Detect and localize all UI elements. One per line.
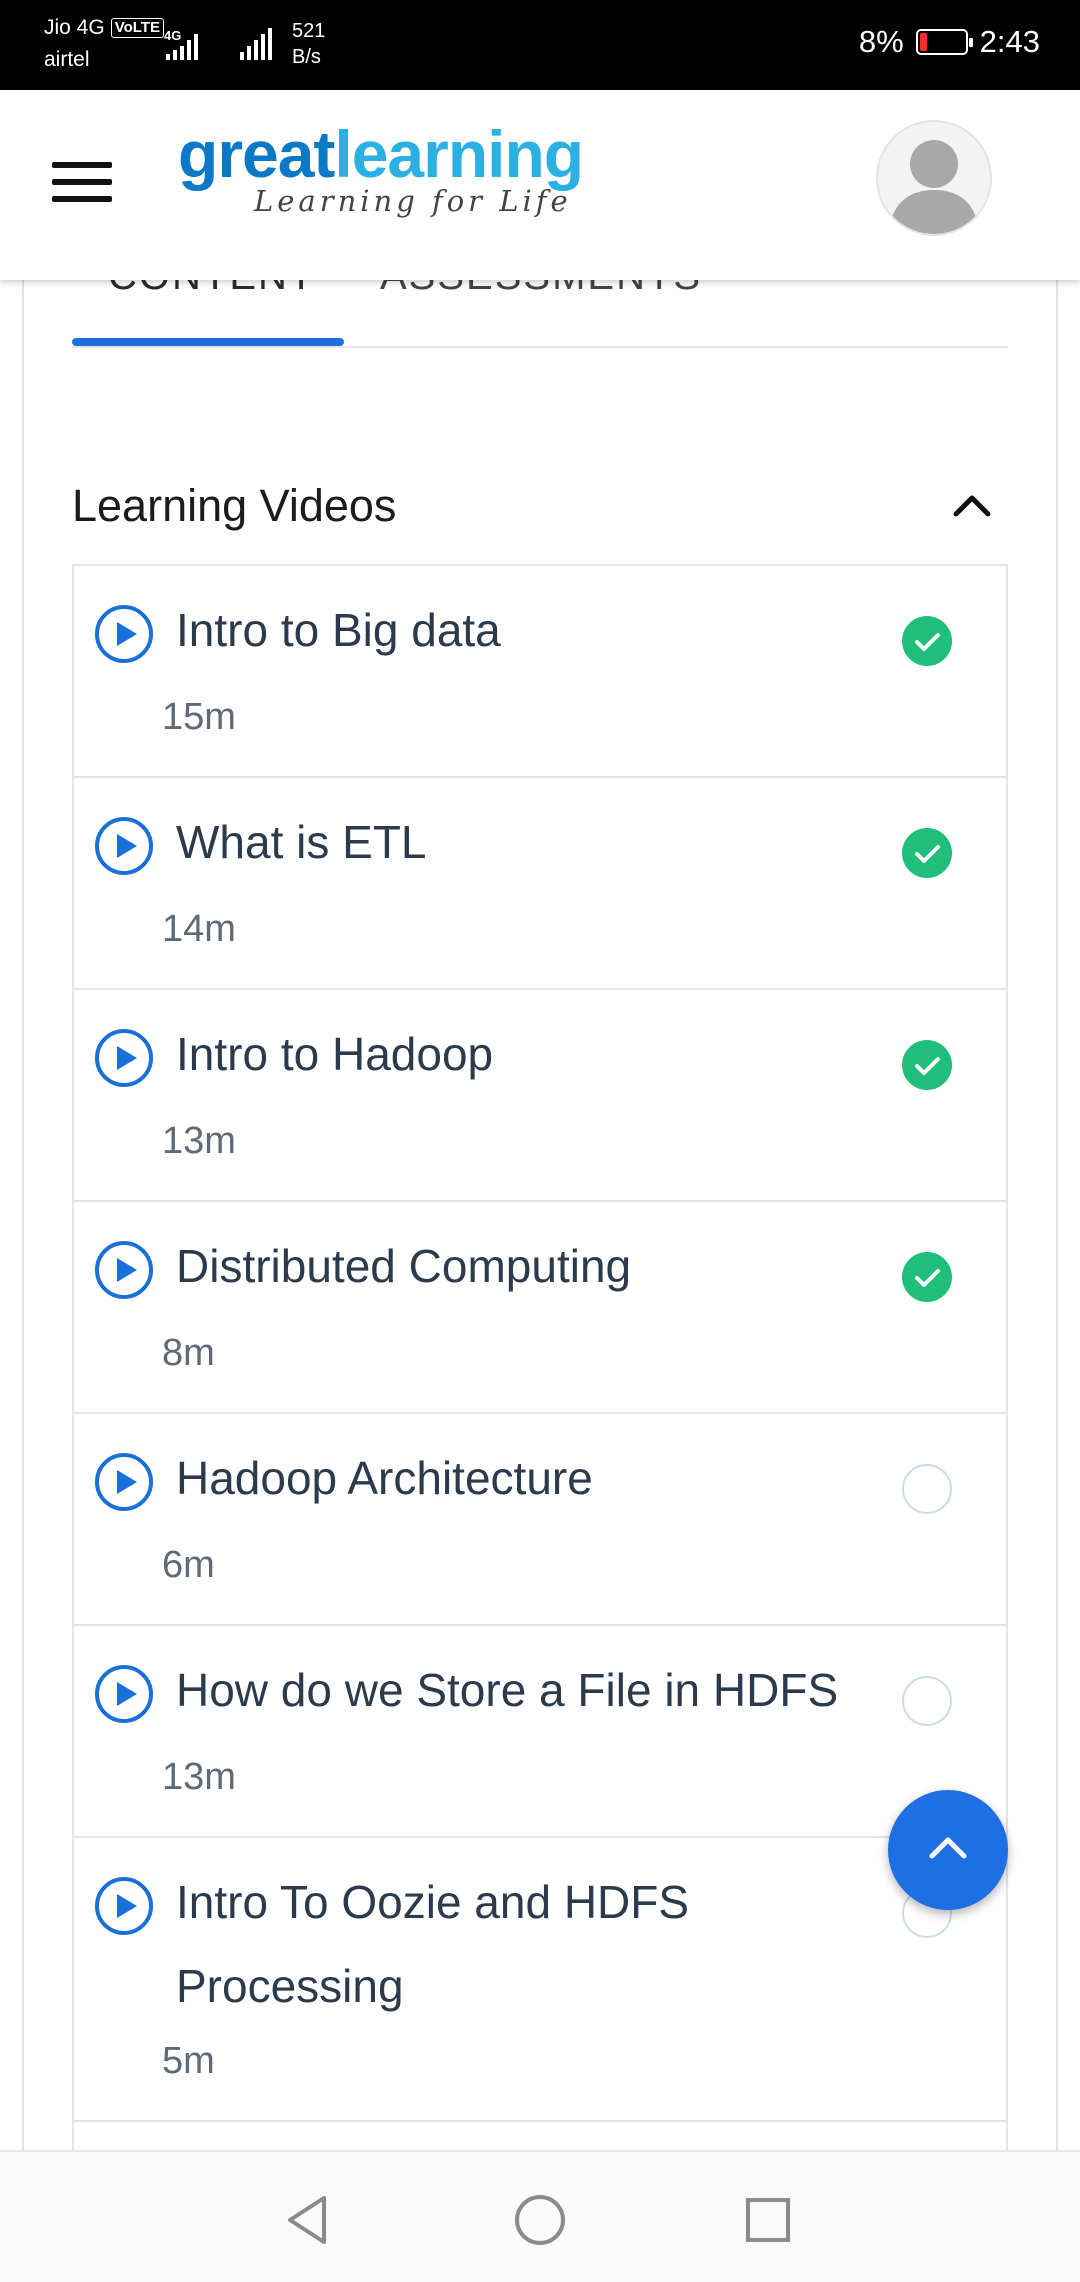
video-list: Intro to Big data 15m What is ETL 14m In… xyxy=(72,564,1008,2160)
video-item[interactable]: Distributed Computing 8m xyxy=(72,1200,1008,1414)
video-item[interactable]: How do we Store a File in HDFS 13m xyxy=(72,1624,1008,1838)
chevron-up-icon xyxy=(929,1837,967,1859)
completed-check-icon xyxy=(902,828,952,878)
clock: 2:43 xyxy=(979,24,1040,59)
battery-percent: 8% xyxy=(858,24,904,59)
active-tab-indicator xyxy=(72,338,344,346)
incomplete-circle-icon xyxy=(902,1676,952,1726)
avatar[interactable] xyxy=(876,120,992,236)
completed-check-icon xyxy=(902,616,952,666)
carrier-2-label: airtel xyxy=(44,48,90,71)
status-bar: Jio 4G VoLTE airtel 4G 521 B/s 8% 2:43 xyxy=(0,0,1080,90)
signal-4g-icon: 4G xyxy=(164,28,198,60)
video-duration: 15m xyxy=(162,696,236,738)
play-icon[interactable] xyxy=(94,1240,154,1300)
section-title: Learning Videos xyxy=(72,480,397,531)
video-item[interactable]: Intro To Oozie and HDFS Processing 5m xyxy=(72,1836,1008,2122)
great-learning-logo[interactable]: greatlearning Learning for Life xyxy=(178,117,584,218)
svg-text:4G: 4G xyxy=(164,28,181,43)
video-title: Hadoop Architecture xyxy=(176,1452,593,1504)
play-icon[interactable] xyxy=(94,1452,154,1512)
carrier-1-label: Jio 4G xyxy=(44,16,105,39)
carrier-primary: Jio 4G VoLTE xyxy=(44,16,164,40)
video-title: Intro to Hadoop xyxy=(176,1028,494,1080)
network-speed: 521 B/s xyxy=(292,18,325,70)
video-duration: 6m xyxy=(162,1544,215,1586)
scroll-to-top-button[interactable] xyxy=(888,1790,1008,1910)
volte-badge: VoLTE xyxy=(110,18,164,38)
video-title: How do we Store a File in HDFS xyxy=(176,1664,839,1716)
signal-icon xyxy=(240,28,272,60)
user-silhouette-icon xyxy=(888,140,980,234)
video-item[interactable]: Intro to Hadoop 13m xyxy=(72,988,1008,1202)
play-icon[interactable] xyxy=(94,604,154,664)
video-duration: 13m xyxy=(162,1120,236,1162)
video-item[interactable]: Hadoop Architecture 6m xyxy=(72,1412,1008,1626)
play-icon[interactable] xyxy=(94,1664,154,1724)
video-duration: 14m xyxy=(162,908,236,950)
play-icon[interactable] xyxy=(94,1876,154,1936)
logo-tagline: Learning for Life xyxy=(254,184,572,218)
video-item[interactable]: What is ETL 14m xyxy=(72,776,1008,990)
back-triangle-icon[interactable] xyxy=(280,2190,340,2250)
video-title: What is ETL xyxy=(176,816,427,868)
completed-check-icon xyxy=(902,1252,952,1302)
network-speed-value: 521 xyxy=(292,20,326,42)
video-duration: 8m xyxy=(162,1332,215,1374)
status-right: 8% 2:43 xyxy=(859,24,1040,60)
completed-check-icon xyxy=(902,1040,952,1090)
play-icon[interactable] xyxy=(94,816,154,876)
recents-square-icon[interactable] xyxy=(738,2190,798,2250)
video-title: Distributed Computing xyxy=(176,1240,632,1292)
chevron-up-icon[interactable] xyxy=(950,490,994,520)
network-speed-unit: B/s xyxy=(292,46,321,68)
incomplete-circle-icon xyxy=(902,1464,952,1514)
logo-text-great: great xyxy=(178,117,335,191)
video-item[interactable]: Intro to Big data 15m xyxy=(72,564,1008,778)
battery-icon xyxy=(915,29,973,55)
home-circle-icon[interactable] xyxy=(510,2190,570,2250)
video-title: Intro To Oozie and HDFS Processing xyxy=(176,1876,690,2012)
logo-text-learning: learning xyxy=(334,117,584,191)
hamburger-menu-icon[interactable] xyxy=(52,162,112,202)
video-title: Intro to Big data xyxy=(176,604,501,656)
video-duration: 13m xyxy=(162,1756,236,1798)
play-icon[interactable] xyxy=(94,1028,154,1088)
app-header: greatlearning Learning for Life xyxy=(0,90,1080,280)
video-duration: 5m xyxy=(162,2040,215,2082)
system-nav-bar xyxy=(0,2150,1080,2282)
